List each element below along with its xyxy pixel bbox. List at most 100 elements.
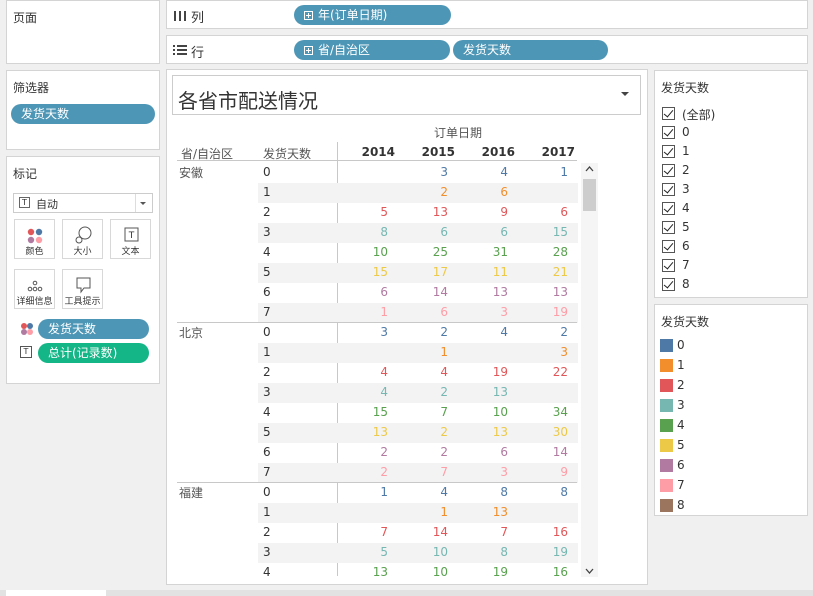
table-cell-value[interactable]: 17 [414, 265, 448, 279]
filter-item-label[interactable]: 4 [682, 201, 690, 215]
active-sheet-tab[interactable] [6, 590, 106, 596]
filter-checkbox[interactable] [662, 259, 675, 272]
table-cell-value[interactable]: 28 [534, 245, 568, 259]
legend-swatch[interactable] [660, 499, 673, 512]
scroll-down-icon[interactable] [581, 565, 598, 577]
vertical-scrollbar[interactable] [581, 163, 598, 577]
table-cell-value[interactable]: 4 [354, 365, 388, 379]
table-cell-value[interactable]: 2 [354, 445, 388, 459]
table-cell-value[interactable]: 1 [354, 305, 388, 319]
legend-item-label[interactable]: 3 [677, 398, 685, 412]
legend-item-label[interactable]: 8 [677, 498, 685, 512]
filter-item-label[interactable]: (全部) [682, 106, 715, 123]
legend-item-label[interactable]: 2 [677, 378, 685, 392]
filter-checkbox[interactable] [662, 107, 675, 120]
table-cell-value[interactable]: 10 [474, 405, 508, 419]
legend-item-label[interactable]: 6 [677, 458, 685, 472]
legend-swatch[interactable] [660, 459, 673, 472]
table-cell-value[interactable]: 16 [534, 565, 568, 576]
table-cell-value[interactable]: 8 [354, 225, 388, 239]
shipdays-label[interactable]: 3 [263, 225, 271, 239]
table-cell-value[interactable]: 22 [534, 365, 568, 379]
filters-panel[interactable]: 筛选器 发货天数 [6, 70, 160, 150]
table-cell-value[interactable]: 8 [474, 545, 508, 559]
shipdays-label[interactable]: 0 [263, 325, 271, 339]
filter-item-label[interactable]: 7 [682, 258, 690, 272]
shipdays-label[interactable]: 6 [263, 285, 271, 299]
table-cell-value[interactable]: 13 [354, 425, 388, 439]
table-cell-value[interactable]: 13 [474, 425, 508, 439]
table-cell-value[interactable]: 15 [354, 265, 388, 279]
year-header[interactable]: 2014 [355, 145, 395, 159]
legend-swatch[interactable] [660, 419, 673, 432]
table-cell-value[interactable]: 10 [414, 565, 448, 576]
legend-item-label[interactable]: 7 [677, 478, 685, 492]
table-cell-value[interactable]: 34 [534, 405, 568, 419]
table-cell-value[interactable]: 2 [414, 425, 448, 439]
legend-item-label[interactable]: 5 [677, 438, 685, 452]
shipdays-label[interactable]: 1 [263, 185, 271, 199]
filter-checkbox[interactable] [662, 183, 675, 196]
table-cell-value[interactable]: 6 [474, 185, 508, 199]
table-cell-value[interactable]: 4 [414, 365, 448, 379]
legend-swatch[interactable] [660, 339, 673, 352]
table-cell-value[interactable]: 3 [534, 345, 568, 359]
table-cell-value[interactable]: 14 [414, 525, 448, 539]
filter-item-label[interactable]: 0 [682, 125, 690, 139]
table-cell-value[interactable]: 3 [474, 465, 508, 479]
table-cell-value[interactable]: 13 [474, 505, 508, 519]
table-cell-value[interactable]: 3 [474, 305, 508, 319]
year-header[interactable]: 2016 [475, 145, 515, 159]
shipdays-label[interactable]: 7 [263, 465, 271, 479]
table-cell-value[interactable]: 14 [414, 285, 448, 299]
mark-type-dropdown[interactable]: T 自动 [13, 193, 153, 213]
table-cell-value[interactable]: 13 [414, 205, 448, 219]
year-header[interactable]: 2017 [535, 145, 575, 159]
filter-checkbox[interactable] [662, 126, 675, 139]
column-pill-year[interactable]: 年(订单日期) [294, 5, 451, 25]
row-pill-province[interactable]: 省/自治区 [294, 40, 450, 60]
shipdays-label[interactable]: 0 [263, 485, 271, 499]
shipdays-label[interactable]: 1 [263, 505, 271, 519]
shipdays-label[interactable]: 0 [263, 165, 271, 179]
shipdays-label[interactable]: 3 [263, 545, 271, 559]
province-label[interactable]: 安徽 [179, 164, 203, 181]
table-cell-value[interactable]: 6 [534, 205, 568, 219]
table-cell-value[interactable]: 6 [474, 225, 508, 239]
text-card[interactable]: T 文本 [110, 219, 151, 259]
table-cell-value[interactable]: 13 [474, 385, 508, 399]
table-cell-value[interactable]: 5 [354, 205, 388, 219]
table-cell-value[interactable]: 13 [534, 285, 568, 299]
table-cell-value[interactable]: 3 [414, 165, 448, 179]
shipdays-label[interactable]: 5 [263, 425, 271, 439]
table-cell-value[interactable]: 16 [534, 525, 568, 539]
table-cell-value[interactable]: 6 [414, 225, 448, 239]
filter-checkbox[interactable] [662, 145, 675, 158]
table-cell-value[interactable]: 7 [414, 465, 448, 479]
shipdays-label[interactable]: 4 [263, 405, 271, 419]
table-cell-value[interactable]: 15 [534, 225, 568, 239]
legend-swatch[interactable] [660, 399, 673, 412]
table-cell-value[interactable]: 19 [474, 565, 508, 576]
detail-card[interactable]: 详细信息 [14, 269, 55, 309]
table-cell-value[interactable]: 2 [414, 385, 448, 399]
rows-shelf[interactable]: 行 省/自治区 发货天数 [166, 35, 808, 64]
shipdays-label[interactable]: 4 [263, 245, 271, 259]
title-dropdown-icon[interactable] [620, 89, 630, 99]
table-cell-value[interactable]: 15 [354, 405, 388, 419]
table-cell-value[interactable]: 5 [354, 545, 388, 559]
scroll-up-icon[interactable] [581, 163, 598, 175]
filter-item-label[interactable]: 6 [682, 239, 690, 253]
filter-pill[interactable]: 发货天数 [11, 104, 155, 124]
year-header[interactable]: 2015 [415, 145, 455, 159]
shipdays-label[interactable]: 2 [263, 365, 271, 379]
table-cell-value[interactable]: 1 [414, 505, 448, 519]
table-cell-value[interactable]: 19 [474, 365, 508, 379]
table-cell-value[interactable]: 14 [534, 445, 568, 459]
filter-item-label[interactable]: 3 [682, 182, 690, 196]
table-cell-value[interactable]: 7 [354, 525, 388, 539]
table-cell-value[interactable]: 6 [354, 285, 388, 299]
table-cell-value[interactable]: 1 [354, 485, 388, 499]
table-cell-value[interactable]: 19 [534, 545, 568, 559]
table-cell-value[interactable]: 31 [474, 245, 508, 259]
